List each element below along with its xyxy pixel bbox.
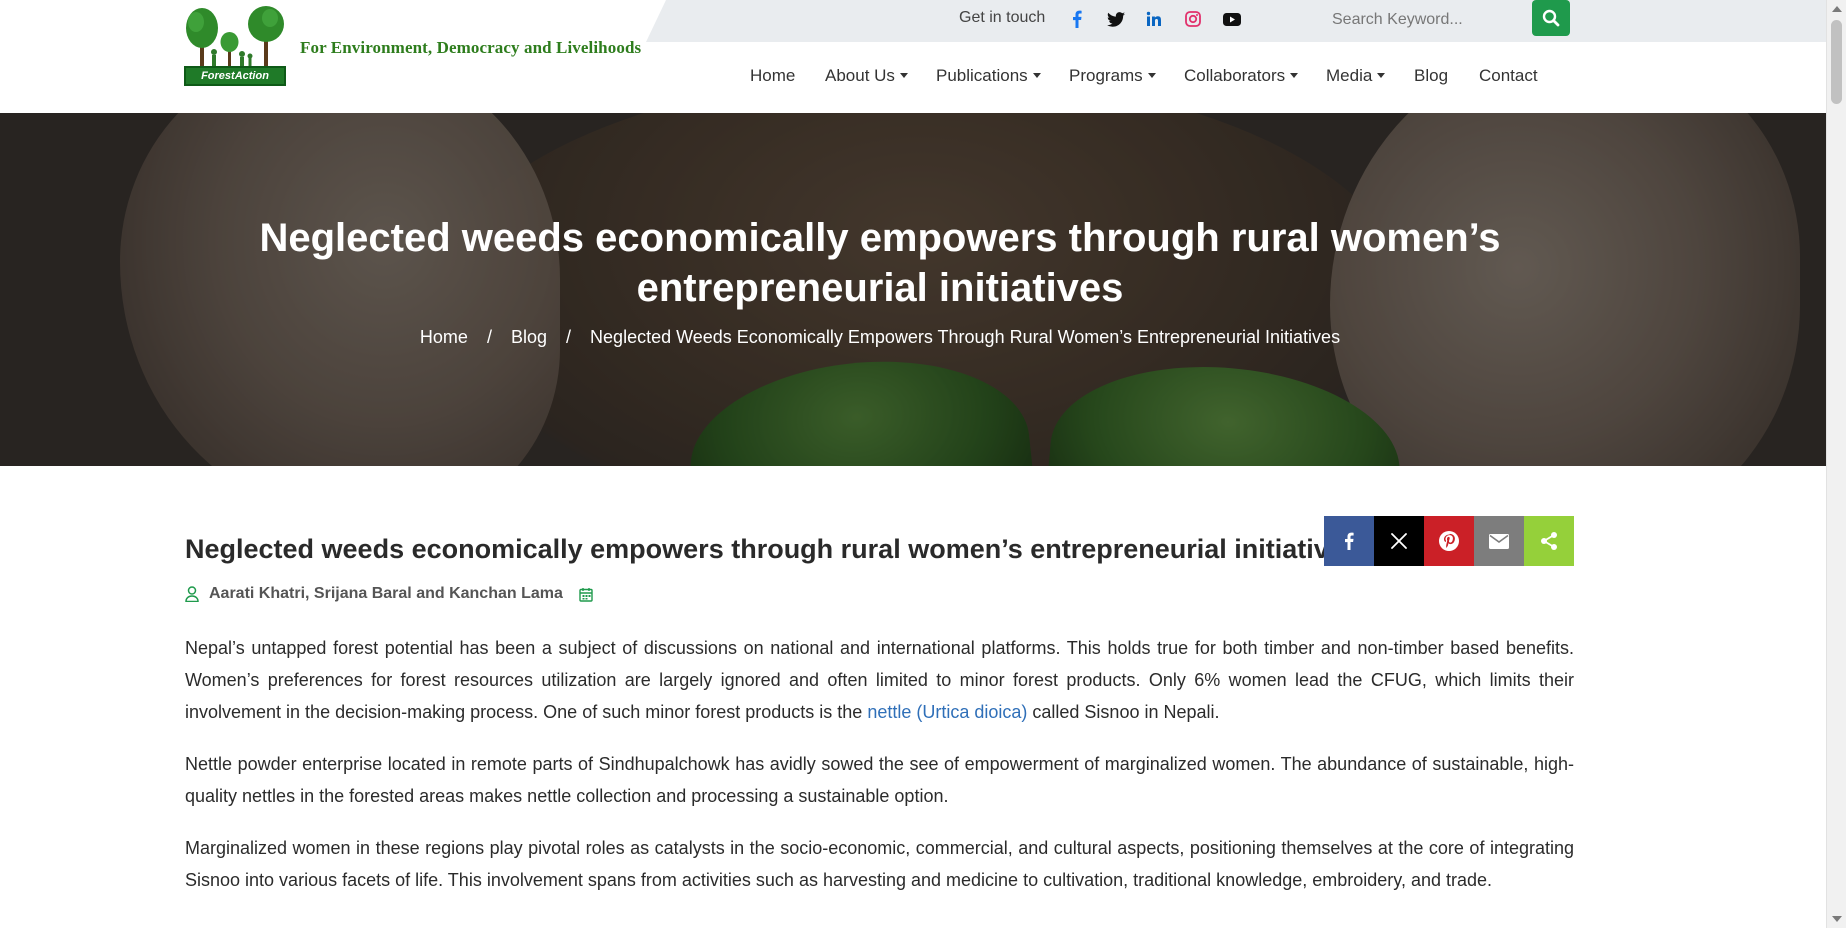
chevron-down-icon [1147,73,1156,78]
article-title: Neglected weeds economically empowers th… [185,534,1359,564]
site-tagline: For Environment, Democracy and Livelihoo… [300,38,642,57]
facebook-icon[interactable] [1066,8,1088,30]
email-share-icon [1489,533,1509,549]
article-paragraph: Nettle powder enterprise located in remo… [185,754,1574,806]
nav-programs[interactable]: Programs [1069,66,1156,86]
trees-logo-icon [186,6,284,66]
youtube-icon[interactable] [1221,8,1243,30]
breadcrumb-home[interactable]: Home [420,327,468,347]
top-bar: Get in touch [646,0,1826,42]
logo-text: ForestAction [201,70,269,82]
breadcrumb: Home / Blog / Neglected Weeds Economical… [200,327,1560,348]
page-scrollbar[interactable] [1826,0,1846,928]
instagram-icon[interactable] [1182,8,1204,30]
get-in-touch-label: Get in touch [959,9,1046,26]
breadcrumb-current: Neglected Weeds Economically Empowers Th… [590,327,1341,347]
search-button[interactable] [1532,0,1570,36]
nav-publications[interactable]: Publications [936,66,1041,86]
facebook-share-icon [1345,532,1354,550]
pinterest-share-icon [1439,531,1459,551]
nav-home[interactable]: Home [750,66,795,86]
search-icon [1542,9,1560,27]
share-buttons [1324,516,1574,566]
x-share-icon [1391,533,1407,549]
calendar-icon [579,587,593,602]
search-input[interactable] [1332,5,1514,35]
share-x-button[interactable] [1374,516,1424,566]
chevron-down-icon [1290,73,1299,78]
logo-badge: ForestAction [184,66,286,86]
chevron-down-icon [1377,73,1386,78]
scroll-up-arrow-icon[interactable] [1832,6,1842,12]
share-facebook-button[interactable] [1324,516,1374,566]
share-icon [1541,532,1557,550]
nettle-link[interactable]: nettle (Urtica dioica) [867,702,1027,722]
nav-contact[interactable]: Contact [1479,66,1538,86]
article-authors: Aarati Khatri, Srijana Baral and Kanchan… [209,585,563,602]
article-paragraph: Nepal’s untapped forest potential has be… [185,638,1574,722]
article-paragraph: Marginalized women in these regions play… [185,838,1574,890]
nav-media[interactable]: Media [1326,66,1386,86]
scroll-down-arrow-icon[interactable] [1832,916,1842,922]
article-body: Nepal’s untapped forest potential has be… [185,632,1574,916]
linkedin-icon[interactable] [1143,8,1165,30]
article-meta: Aarati Khatri, Srijana Baral and Kanchan… [185,585,593,603]
forestaction-logo[interactable]: ForestAction [184,6,286,86]
nav-blog[interactable]: Blog [1414,66,1448,86]
hero-title: Neglected weeds economically empowers th… [259,216,1501,310]
nav-about-us[interactable]: About Us [825,66,908,86]
breadcrumb-blog[interactable]: Blog [511,327,547,347]
scrollbar-thumb[interactable] [1831,20,1842,104]
nav-collaborators[interactable]: Collaborators [1184,66,1299,86]
user-icon [185,586,199,602]
chevron-down-icon [1032,73,1041,78]
breadcrumb-separator: / [486,327,492,347]
share-pinterest-button[interactable] [1424,516,1474,566]
share-email-button[interactable] [1474,516,1524,566]
twitter-icon[interactable] [1105,8,1127,30]
chevron-down-icon [899,73,908,78]
share-more-button[interactable] [1524,516,1574,566]
site-header: ForestAction For Environment, Democracy … [0,0,1826,113]
breadcrumb-separator: / [566,327,572,347]
hero-banner: Neglected weeds economically empowers th… [0,113,1826,466]
